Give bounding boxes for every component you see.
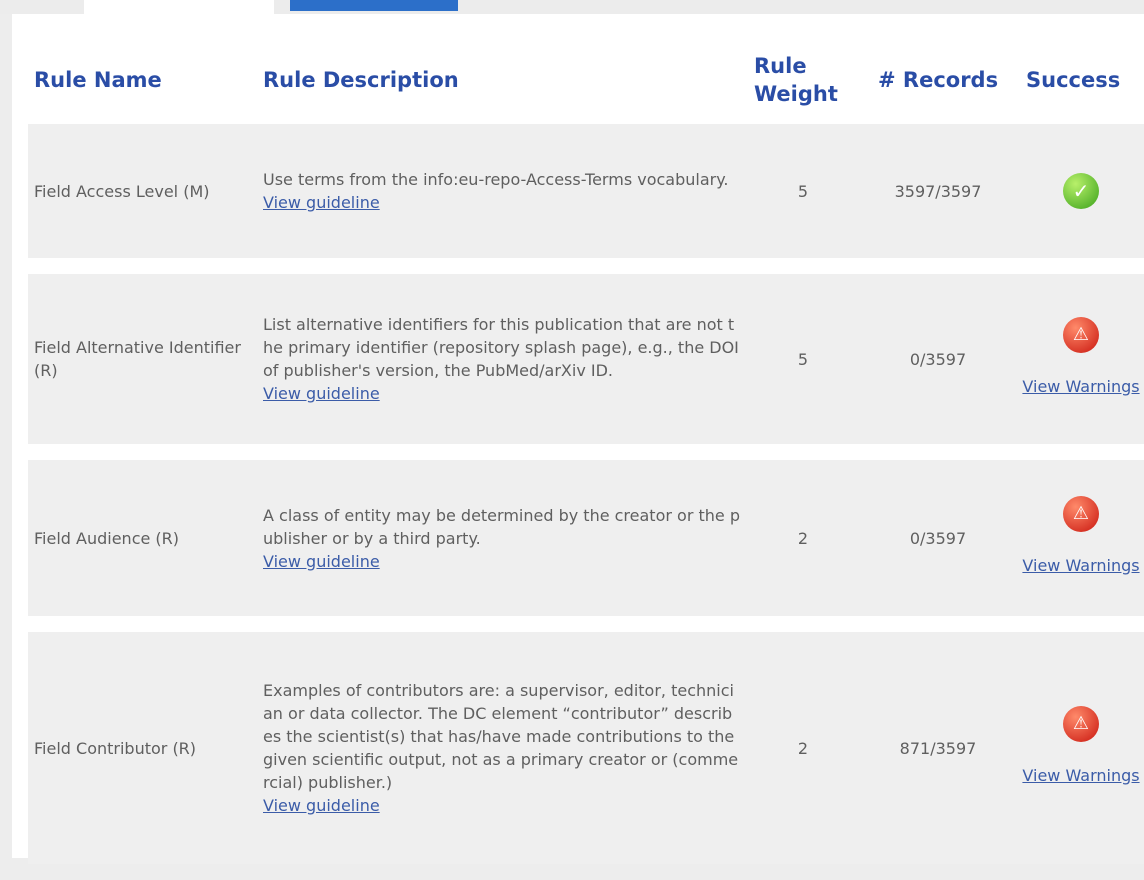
tab-strip [0, 0, 1144, 14]
rule-description: List alternative identifiers for this pu… [263, 315, 739, 380]
records-count: 0/3597 [909, 349, 967, 369]
table-row: Field Alternative Identifier (R) List al… [28, 274, 1144, 444]
rules-table: Rule Name Rule Description Rule Weight #… [28, 36, 1144, 880]
rule-description-cell: Use terms from the info:eu-repo-Access-T… [248, 124, 748, 258]
header-rule-name: Rule Name [34, 68, 162, 92]
table-row: Field Audience (R) A class of entity may… [28, 460, 1144, 616]
rule-weight: 5 [797, 349, 809, 369]
warning-icon: ⚠ [1063, 495, 1099, 532]
rule-description: A class of entity may be determined by t… [263, 505, 740, 548]
rules-panel: Rule Name Rule Description Rule Weight #… [12, 14, 1144, 864]
header-success: Success [1026, 68, 1121, 92]
records-count: 871/3597 [899, 738, 977, 758]
success-cell: ⚠ View Warnings [1018, 632, 1144, 864]
header-records: # Records [878, 68, 999, 92]
view-warnings-link[interactable]: View Warnings [1018, 371, 1144, 402]
table-row: Field Contributor (R) Examples of contri… [28, 632, 1144, 864]
view-warnings-link[interactable]: View Warnings [1018, 760, 1144, 791]
table-row: Field Access Level (M) Use terms from th… [28, 124, 1144, 258]
warning-icon: ⚠ [1063, 316, 1099, 353]
rule-weight: 2 [797, 528, 809, 548]
rule-name: Field Audience (R) [34, 528, 180, 548]
tab-inactive[interactable] [84, 0, 274, 14]
view-guideline-link[interactable]: View guideline [263, 550, 740, 573]
table-header-row: Rule Name Rule Description Rule Weight #… [28, 52, 1144, 108]
rule-weight: 2 [797, 738, 809, 758]
header-rule-weight: Rule Weight [754, 54, 838, 106]
tab-active[interactable] [290, 0, 458, 11]
check-icon: ✓ [1063, 173, 1099, 209]
header-rule-description: Rule Description [263, 68, 459, 92]
rule-description: Examples of contributors are: a supervis… [263, 681, 739, 792]
view-guideline-link[interactable]: View guideline [263, 794, 740, 817]
rule-description-cell: List alternative identifiers for this pu… [248, 274, 748, 444]
rule-name: Field Alternative Identifier (R) [34, 338, 241, 380]
rule-description-cell: A class of entity may be determined by t… [248, 460, 748, 616]
rule-name: Field Access Level (M) [34, 181, 210, 201]
success-cell: ⚠ View Warnings [1018, 274, 1144, 444]
rule-weight: 5 [797, 181, 809, 201]
view-guideline-link[interactable]: View guideline [263, 382, 740, 405]
view-guideline-link[interactable]: View guideline [263, 191, 740, 214]
rule-description-cell: Examples of contributors are: a supervis… [248, 632, 748, 864]
rule-description: Use terms from the info:eu-repo-Access-T… [263, 170, 729, 189]
success-cell: ✓ [1018, 124, 1144, 258]
warning-icon: ⚠ [1063, 705, 1099, 742]
success-cell: ⚠ View Warnings [1018, 460, 1144, 616]
rule-name: Field Contributor (R) [34, 738, 197, 758]
records-count: 3597/3597 [894, 181, 982, 201]
records-count: 0/3597 [909, 528, 967, 548]
view-warnings-link[interactable]: View Warnings [1018, 550, 1144, 581]
